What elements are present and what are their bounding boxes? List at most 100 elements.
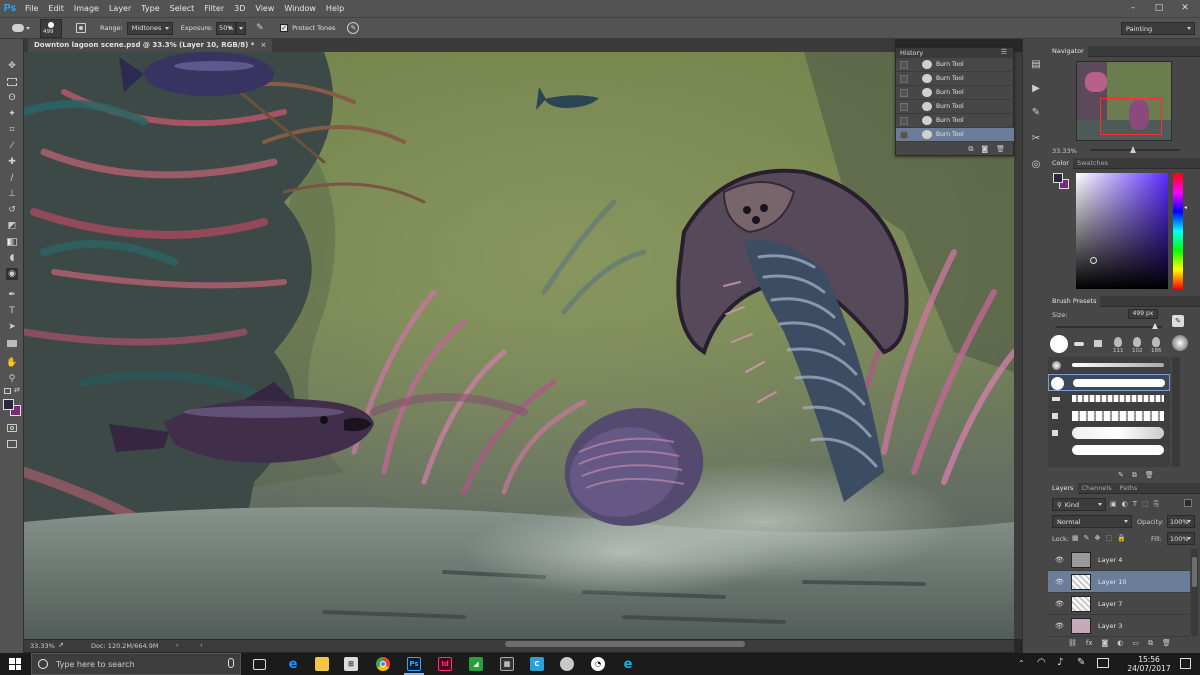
show-hidden-icons[interactable]: ⌃ <box>1018 659 1025 668</box>
brush-presets-tab[interactable]: Brush Presets <box>1048 296 1101 307</box>
color-picker-field[interactable] <box>1076 173 1168 289</box>
toggle-brush-panel-icon[interactable]: ✎ <box>1118 471 1124 480</box>
new-group-icon[interactable]: ▭ <box>1132 639 1139 648</box>
edge-icon[interactable]: e <box>286 657 300 672</box>
brush-size-picker[interactable]: 499 <box>40 18 62 38</box>
scroll-left-arrow-icon[interactable]: ‹ <box>200 641 203 649</box>
menu-image[interactable]: Image <box>69 0 104 17</box>
menu-file[interactable]: File <box>20 0 43 17</box>
brush-stroke-preset-selected[interactable] <box>1048 374 1170 391</box>
menu-view[interactable]: View <box>250 0 279 17</box>
channels-tab[interactable]: Channels <box>1078 483 1116 494</box>
clone-stamp-tool-icon[interactable]: ⊥ <box>6 188 18 200</box>
brush-preset-soft-round[interactable] <box>1172 335 1188 351</box>
marquee-tool-icon[interactable] <box>6 76 18 88</box>
wifi-icon[interactable]: ◠ <box>1037 657 1046 668</box>
paths-tab[interactable]: Paths <box>1116 483 1142 494</box>
delete-state-icon[interactable]: 🗑 <box>996 145 1005 153</box>
history-row[interactable]: Burn Tool <box>896 86 1014 100</box>
fill-field[interactable]: 100% <box>1167 532 1195 545</box>
color-foreground-swatch[interactable] <box>1053 173 1063 183</box>
burn-tool-icon[interactable]: ◉ <box>6 268 18 280</box>
brush-tool-icon[interactable]: ∕ <box>6 172 18 184</box>
brush-panel-toggle-icon[interactable] <box>76 23 86 33</box>
layers-scrollbar[interactable] <box>1191 549 1198 636</box>
opacity-field[interactable]: 100% <box>1167 515 1195 528</box>
quick-mask-icon[interactable] <box>6 422 18 434</box>
type-tool-icon[interactable]: T <box>6 305 18 317</box>
history-panel-icon[interactable]: ▤ <box>1029 57 1043 71</box>
exposure-dropdown-button[interactable] <box>236 21 247 35</box>
brush-settings-icon[interactable]: ✎ <box>1172 315 1184 327</box>
filter-smart-object-icon[interactable]: ⎘ <box>1154 500 1160 509</box>
volume-icon[interactable]: ♪ <box>1057 657 1063 668</box>
hue-slider-handle-icon[interactable]: ◂ <box>1184 204 1187 211</box>
exposure-field[interactable]: 50% <box>216 21 237 35</box>
visibility-eye-icon[interactable]: 👁 <box>1055 578 1064 586</box>
history-source-checkbox[interactable] <box>900 60 908 69</box>
properties-panel-icon[interactable]: ◎ <box>1029 157 1043 171</box>
indesign-icon[interactable]: Id <box>438 657 452 671</box>
blend-mode-select[interactable]: Normal <box>1052 515 1132 528</box>
status-share-icon[interactable]: ⇗ <box>58 641 64 649</box>
zoom-tool-icon[interactable]: ⚲ <box>6 373 18 385</box>
close-tab-icon[interactable]: × <box>260 41 266 49</box>
uplay-icon[interactable]: ◔ <box>591 657 605 671</box>
new-document-from-state-icon[interactable]: ⧉ <box>968 145 973 154</box>
filter-type-icon[interactable]: T <box>1133 500 1137 509</box>
adjustment-layer-icon[interactable]: ◐ <box>1117 639 1123 648</box>
brush-panel-icon[interactable]: ✎ <box>1029 105 1043 119</box>
navigator-zoom-slider[interactable] <box>1090 146 1180 153</box>
delete-brush-preset-icon[interactable]: 🗑 <box>1145 471 1154 480</box>
layer-filter-toggle[interactable] <box>1184 499 1192 507</box>
navigator-thumbnail[interactable] <box>1076 61 1172 141</box>
healing-brush-tool-icon[interactable]: ✚ <box>6 156 18 168</box>
menu-layer[interactable]: Layer <box>104 0 136 17</box>
menu-edit[interactable]: Edit <box>43 0 69 17</box>
layer-row[interactable]: 👁 Layer 7 <box>1048 593 1190 615</box>
navigator-zoom[interactable]: 33.33% <box>1052 147 1077 155</box>
lasso-tool-icon[interactable]: ʘ <box>6 92 18 104</box>
new-brush-preset-icon[interactable]: ⧉ <box>1132 471 1137 480</box>
rectangle-tool-icon[interactable] <box>6 337 18 349</box>
filter-pixel-icon[interactable]: ▣ <box>1110 500 1117 509</box>
foreground-color-swatch[interactable] <box>3 399 14 410</box>
burn-tool-preset-icon[interactable] <box>10 22 32 34</box>
brush-preset-hard-round[interactable] <box>1050 335 1068 353</box>
history-row-selected[interactable]: Burn Tool <box>896 128 1014 142</box>
path-select-tool-icon[interactable]: ➤ <box>6 321 18 333</box>
crop-tool-icon[interactable]: ⌗ <box>6 124 18 136</box>
brush-stroke-preset[interactable] <box>1048 408 1170 425</box>
filter-shape-icon[interactable]: ⬚ <box>1142 500 1149 509</box>
hue-slider[interactable] <box>1173 173 1183 289</box>
swatches-tab[interactable]: Swatches <box>1073 158 1112 169</box>
taskbar-clock[interactable]: 15:56 24/07/2017 <box>1126 655 1172 673</box>
navigator-view-box[interactable] <box>1100 98 1162 135</box>
file-explorer-icon[interactable] <box>315 657 329 671</box>
layer-style-icon[interactable]: fx <box>1086 639 1093 648</box>
keyboard-icon[interactable] <box>1097 658 1109 668</box>
lock-artboard-icon[interactable]: ⬚ <box>1105 534 1112 542</box>
menu-type[interactable]: Type <box>136 0 164 17</box>
new-snapshot-icon[interactable]: ◙ <box>981 145 988 153</box>
microphone-icon[interactable] <box>228 658 234 668</box>
airbrush-icon[interactable]: ✎ <box>256 22 268 34</box>
status-zoom[interactable]: 33.33% <box>30 642 55 650</box>
task-view-icon[interactable] <box>253 659 266 670</box>
history-source-checkbox[interactable] <box>900 88 908 97</box>
brush-list-scrollbar[interactable] <box>1172 357 1180 467</box>
history-row[interactable]: Burn Tool <box>896 114 1014 128</box>
menu-3d[interactable]: 3D <box>229 0 250 17</box>
menu-help[interactable]: Help <box>321 0 349 17</box>
eyedropper-tool-icon[interactable]: ⁄ <box>6 140 18 152</box>
layer-filter-kind-select[interactable]: ⚲ Kind <box>1052 498 1106 511</box>
fox-app-icon[interactable] <box>560 657 574 671</box>
range-select[interactable]: Midtones <box>126 21 173 35</box>
taskbar-search-box[interactable]: Type here to search <box>31 653 241 675</box>
brush-size-slider[interactable] <box>1056 323 1162 329</box>
delete-layer-icon[interactable]: 🗑 <box>1162 639 1171 648</box>
lock-pixels-icon[interactable]: ✎ <box>1084 534 1090 542</box>
brush-stroke-preset[interactable] <box>1048 357 1170 374</box>
protect-tones-checkbox[interactable]: ✓ <box>280 24 289 32</box>
history-source-checkbox[interactable] <box>900 74 908 83</box>
